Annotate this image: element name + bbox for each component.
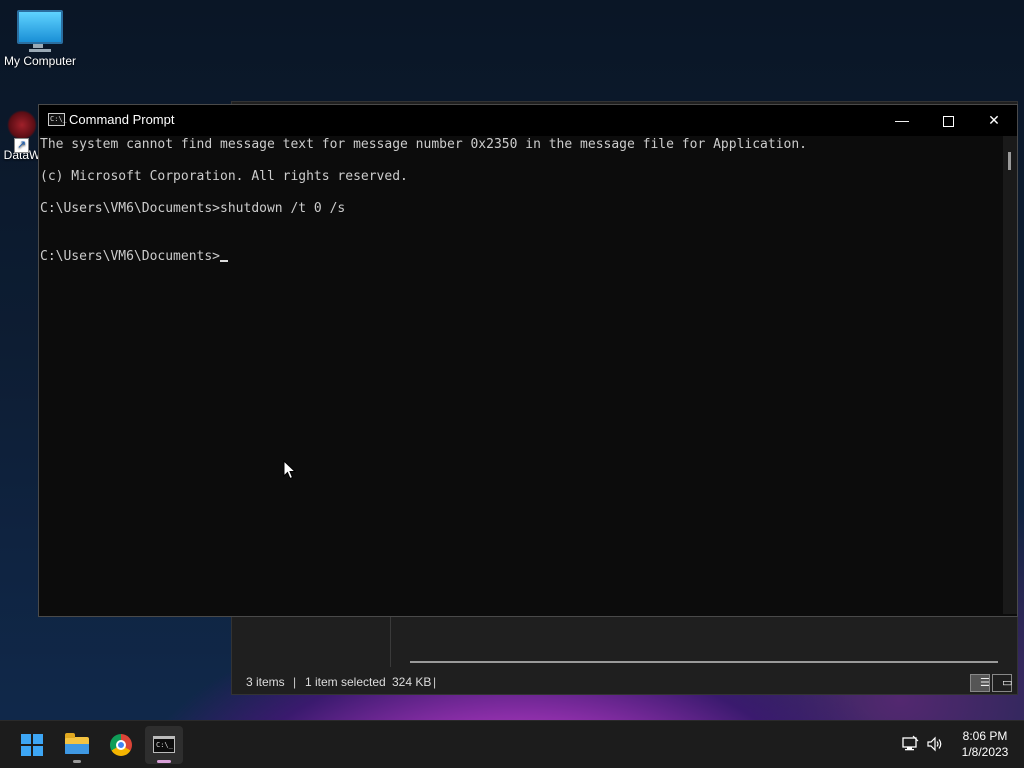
- taskbar-file-explorer[interactable]: [58, 726, 96, 764]
- system-clock[interactable]: 8:06 PM 1/8/2023: [952, 728, 1018, 760]
- console-output[interactable]: The system cannot find message text for …: [39, 136, 1001, 614]
- desktop-icon-my-computer[interactable]: My Computer: [0, 10, 80, 68]
- console-line: (c) Microsoft Corporation. All rights re…: [40, 169, 408, 184]
- taskbar-command-prompt[interactable]: C:\_: [145, 726, 183, 764]
- large-icons-view-icon: ▭: [1002, 677, 1013, 689]
- active-indicator: [157, 760, 171, 763]
- maximize-icon: [942, 115, 954, 127]
- vertical-scrollbar[interactable]: [1003, 136, 1017, 614]
- windows-logo-icon: [21, 734, 43, 756]
- console-prompt-line[interactable]: C:\Users\VM6\Documents>: [40, 249, 229, 264]
- status-selected: 1 item selected: [305, 675, 386, 689]
- start-button[interactable]: [13, 726, 51, 764]
- volume-icon[interactable]: [926, 735, 944, 753]
- status-separator: |: [433, 675, 437, 689]
- status-item-count: 3 items: [246, 675, 285, 689]
- large-icons-view-button[interactable]: ▭: [992, 674, 1012, 692]
- command-prompt-icon: C:\_: [153, 736, 175, 753]
- running-indicator: [73, 760, 81, 763]
- console-line: The system cannot find message text for …: [40, 137, 808, 152]
- console-line: C:\Users\VM6\Documents>shutdown /t 0 /s: [40, 201, 346, 216]
- close-button[interactable]: ✕: [971, 105, 1017, 136]
- chrome-icon: [110, 734, 132, 756]
- desktop-icon-label: My Computer: [3, 54, 77, 68]
- command-prompt-titlebar[interactable]: C:\_ Command Prompt — ✕: [39, 105, 1017, 136]
- horizontal-scrollbar[interactable]: [410, 661, 998, 663]
- minimize-icon: —: [895, 112, 909, 128]
- explorer-status-bar: 3 items | 1 item selected 324 KB | ☰ ▭: [232, 670, 1017, 694]
- clock-time: 8:06 PM: [962, 729, 1008, 743]
- command-prompt-icon: C:\_: [48, 113, 67, 126]
- close-icon: ✕: [988, 112, 1000, 128]
- status-size: 324 KB: [392, 675, 432, 689]
- scrollbar-thumb[interactable]: [1008, 152, 1011, 170]
- details-view-button[interactable]: ☰: [970, 674, 990, 692]
- window-title: Command Prompt: [69, 112, 175, 127]
- taskbar: C:\_: [0, 720, 1024, 768]
- shortcut-arrow-icon: ↗: [14, 138, 29, 153]
- computer-monitor-icon: [17, 10, 63, 48]
- console-prompt: C:\Users\VM6\Documents>: [40, 249, 221, 264]
- clock-date: 1/8/2023: [961, 745, 1009, 759]
- navigation-pane: [232, 617, 391, 667]
- taskbar-chrome[interactable]: [102, 726, 140, 764]
- command-prompt-window[interactable]: C:\_ Command Prompt — ✕ The system canno…: [38, 104, 1018, 617]
- text-cursor: [220, 260, 229, 262]
- minimize-button[interactable]: —: [879, 105, 925, 136]
- details-view-icon: ☰: [980, 677, 990, 689]
- status-separator: |: [293, 675, 297, 689]
- network-icon[interactable]: [901, 735, 919, 753]
- monitor-stand: [29, 49, 51, 52]
- folder-icon: [65, 733, 89, 754]
- mouse-pointer-icon: [283, 460, 297, 480]
- dataw-app-icon: [7, 110, 37, 140]
- maximize-button[interactable]: [925, 105, 971, 136]
